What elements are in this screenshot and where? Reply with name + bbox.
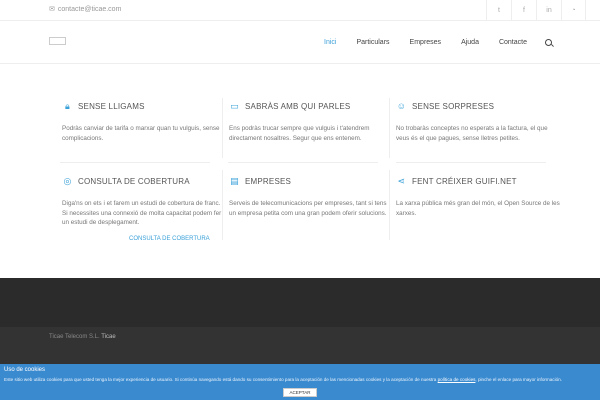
feature-title: SENSE SORPRESES bbox=[412, 101, 495, 111]
divider bbox=[60, 162, 210, 163]
cookie-text-before: Este sitio web utiliza cookies para que … bbox=[4, 377, 438, 382]
twitter-icon[interactable]: t bbox=[486, 0, 511, 21]
site-logo[interactable] bbox=[49, 37, 66, 45]
feature-text: No trobaràs conceptes no esperats a la f… bbox=[396, 125, 548, 142]
chat-icon: ▭ bbox=[230, 101, 239, 111]
main-nav: Inici Particulars Empreses Ajuda Contact… bbox=[304, 21, 552, 63]
lock-icon: 🔒︎ bbox=[65, 101, 70, 111]
divider bbox=[228, 162, 378, 163]
envelope-icon: ✉ bbox=[49, 6, 55, 13]
feature-title: CONSULTA DE COBERTURA bbox=[78, 176, 190, 186]
top-bar: ✉ contacte@ticae.com t f in ◔ bbox=[0, 0, 600, 21]
building-icon: ▤ bbox=[230, 176, 239, 186]
cookie-policy-link[interactable]: política de cookies bbox=[438, 377, 476, 382]
contact-email-text: contacte@ticae.com bbox=[57, 5, 122, 13]
feature-guifi-net: ⋖ FENT CRÉIXER GUIFI.NET La xarxa pública… bbox=[396, 176, 561, 218]
feature-text: Podràs canviar de tarifa o marxar quan t… bbox=[62, 125, 220, 142]
nav-item-contacte[interactable]: Contacte bbox=[499, 39, 527, 46]
location-icon: ◎ bbox=[63, 176, 72, 186]
rss-icon[interactable]: ◔ bbox=[561, 0, 586, 21]
accept-cookies-button[interactable]: ACEPTAR bbox=[283, 388, 317, 397]
feature-title: SENSE LLIGAMS bbox=[78, 101, 145, 111]
cookie-title: Uso de cookies bbox=[4, 367, 46, 373]
nav-item-ajuda[interactable]: Ajuda bbox=[461, 39, 479, 46]
feature-sabras-amb-qui-parles: ▭ SABRÀS AMB QUI PARLES Ens podràs trucar… bbox=[229, 101, 394, 143]
contact-email[interactable]: ✉ contacte@ticae.com bbox=[49, 5, 122, 14]
divider bbox=[222, 98, 223, 158]
feature-title: FENT CRÉIXER GUIFI.NET bbox=[412, 176, 517, 186]
cookie-text: Este sitio web utiliza cookies para que … bbox=[4, 377, 594, 383]
linkedin-icon[interactable]: in bbox=[536, 0, 561, 21]
divider bbox=[396, 162, 546, 163]
nav-item-empreses[interactable]: Empreses bbox=[410, 39, 442, 46]
smile-icon: ☺ bbox=[396, 101, 407, 111]
share-icon: ⋖ bbox=[397, 176, 406, 186]
feature-empreses: ▤ EMPRESES Serveis de telecomunicacions p… bbox=[229, 176, 394, 218]
feature-sense-lligams: 🔒︎ SENSE LLIGAMS Podràs canviar de tarifa… bbox=[62, 101, 227, 143]
feature-text: Diga'ns on ets i et farem un estudi de c… bbox=[62, 200, 222, 227]
divider bbox=[389, 98, 390, 158]
copyright-company: Ticae Telecom S.L. bbox=[49, 334, 100, 340]
social-links: t f in ◔ bbox=[486, 0, 586, 21]
feature-text: La xarxa pública més gran del món, el Op… bbox=[396, 200, 560, 217]
feature-consulta-cobertura: ◎ CONSULTA DE COBERTURA Diga'ns on ets i … bbox=[62, 176, 227, 228]
nav-item-inici[interactable]: Inici bbox=[324, 39, 336, 46]
coverage-button[interactable]: CONSULTA DE COBERTURA bbox=[129, 236, 210, 242]
feature-title: EMPRESES bbox=[245, 176, 292, 186]
feature-sense-sorpreses: ☺ SENSE SORPRESES No trobaràs conceptes n… bbox=[396, 101, 561, 143]
feature-text: Serveis de telecomunicacions per emprese… bbox=[229, 200, 387, 217]
footer-widgets bbox=[0, 278, 600, 327]
search-icon[interactable] bbox=[545, 38, 552, 46]
site-header: Inici Particulars Empreses Ajuda Contact… bbox=[0, 21, 600, 64]
feature-title: SABRÀS AMB QUI PARLES bbox=[245, 101, 351, 111]
facebook-icon[interactable]: f bbox=[511, 0, 536, 21]
cookie-text-after: , pinche el enlace para mayor informació… bbox=[475, 377, 562, 382]
feature-text: Ens podràs trucar sempre que vulguis i t… bbox=[229, 125, 370, 142]
nav-item-particulars[interactable]: Particulars bbox=[356, 39, 389, 46]
footer-bottom: Ticae Telecom S.L. Ticae bbox=[0, 327, 600, 365]
copyright-brand[interactable]: Ticae bbox=[101, 334, 115, 340]
copyright: Ticae Telecom S.L. Ticae bbox=[49, 334, 116, 340]
